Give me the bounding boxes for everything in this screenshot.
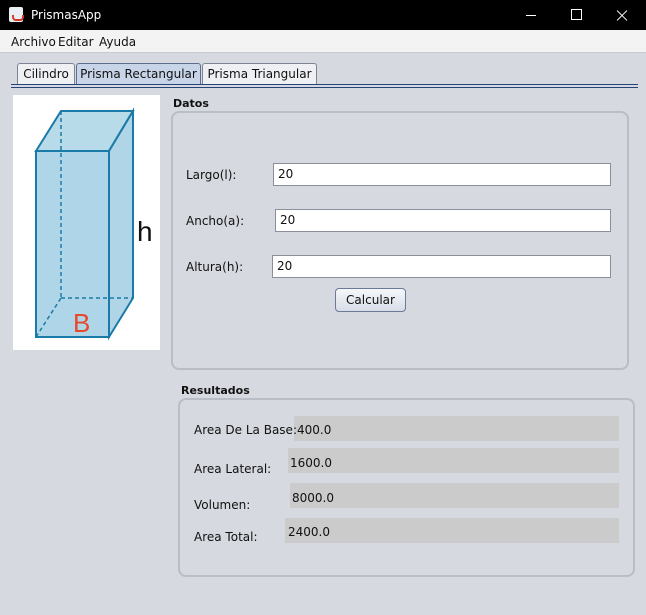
area-lateral-label: Area Lateral:: [194, 462, 272, 476]
title-bar: PrismasApp: [0, 0, 646, 30]
area-total-field: [285, 518, 619, 543]
tab-cilindro[interactable]: Cilindro: [17, 63, 75, 84]
minimize-button[interactable]: [508, 0, 554, 30]
area-base-value: 400.0: [297, 423, 332, 437]
datos-group: [171, 111, 629, 370]
maximize-button[interactable]: [553, 0, 599, 30]
tab-divider: [11, 84, 638, 85]
menu-archivo[interactable]: Archivo: [11, 35, 56, 49]
area-lateral-value: 1600.0: [290, 456, 332, 470]
java-app-icon: [9, 7, 24, 22]
datos-title: Datos: [173, 97, 209, 110]
height-label: h: [137, 216, 153, 247]
area-base-field: [294, 416, 619, 441]
altura-input[interactable]: 20: [272, 255, 611, 278]
resultados-title: Resultados: [181, 384, 250, 397]
largo-input[interactable]: 20: [273, 163, 611, 186]
base-label: B: [73, 308, 90, 338]
tab-divider-lower: [11, 87, 638, 88]
menu-editar[interactable]: Editar: [58, 35, 94, 49]
close-button[interactable]: [599, 0, 645, 30]
tab-prisma-rectangular[interactable]: Prisma Rectangular: [76, 63, 201, 84]
rectangular-prism-drawing: h B: [34, 107, 153, 341]
menu-bar: Archivo Editar Ayuda: [0, 30, 646, 53]
largo-label: Largo(l):: [186, 168, 237, 182]
area-total-value: 2400.0: [288, 525, 330, 539]
altura-label: Altura(h):: [186, 260, 244, 274]
area-lateral-field: [288, 448, 619, 473]
ancho-label: Ancho(a):: [186, 214, 245, 228]
area-total-label: Area Total:: [194, 530, 258, 544]
window-title: PrismasApp: [31, 8, 102, 22]
volumen-value: 8000.0: [292, 491, 334, 505]
menu-ayuda[interactable]: Ayuda: [99, 35, 136, 49]
tab-prisma-triangular[interactable]: Prisma Triangular: [202, 63, 317, 84]
volumen-field: [290, 483, 619, 508]
area-base-label: Area De La Base:: [194, 423, 297, 437]
volumen-label: Volumen:: [194, 498, 251, 512]
ancho-input[interactable]: 20: [275, 209, 611, 232]
calcular-button[interactable]: Calcular: [335, 288, 406, 312]
prism-image: h B: [13, 95, 160, 350]
